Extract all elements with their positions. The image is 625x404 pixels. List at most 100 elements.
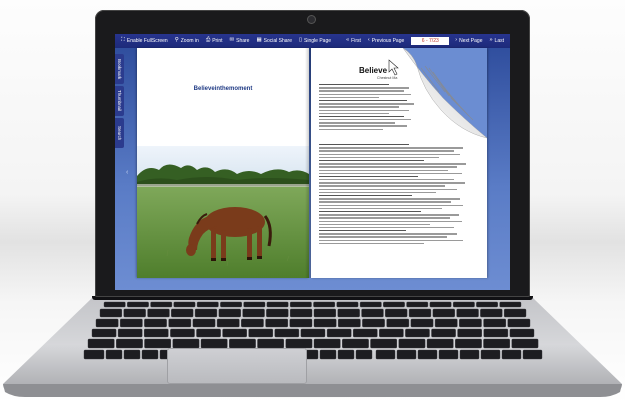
keyboard-key[interactable] [87,338,115,349]
print-button[interactable]: ⎙ Print [206,38,223,44]
keyboard-key[interactable] [457,328,482,338]
keyboard-key[interactable] [229,338,256,349]
keyboard-key[interactable] [501,349,522,360]
tab-thumbnail[interactable]: Thumbnail [115,86,124,116]
keyboard-key[interactable] [290,301,312,308]
keyboard-key[interactable] [337,308,360,318]
keyboard-key[interactable] [336,301,359,308]
keyboard-key[interactable] [243,301,266,308]
keyboard-key[interactable] [117,328,143,338]
keyboard-key[interactable] [507,318,531,328]
keyboard-key[interactable] [379,328,404,338]
keyboard-key[interactable] [266,308,289,318]
keyboard-key[interactable] [257,338,284,349]
keyboard-key[interactable] [362,318,385,328]
page-number-input[interactable]: 6 - 7/23 [411,37,450,45]
keyboard-key[interactable] [509,328,535,338]
keyboard-key[interactable] [123,308,146,318]
keyboard-key[interactable] [438,349,459,360]
keyboard-key[interactable] [274,328,300,338]
keyboard-key[interactable] [476,301,498,308]
touchpad[interactable] [167,348,307,384]
keyboard-key[interactable] [522,349,543,360]
keyboard-key[interactable] [337,349,355,360]
keyboard-key[interactable] [361,308,384,318]
keyboard-key[interactable] [396,349,417,360]
keyboard-key[interactable] [483,338,510,349]
keyboard-key[interactable] [300,328,326,338]
keyboard-key[interactable] [173,301,196,308]
keyboard-key[interactable] [222,328,247,338]
social-share-button[interactable]: ▦ Social Share [256,38,292,44]
keyboard-key[interactable] [313,318,337,328]
zoom-in-button[interactable]: ⚲ Zoom in [175,38,199,44]
previous-page-button[interactable]: ‹ Previous Page [368,38,404,44]
keyboard-key[interactable] [105,349,123,360]
keyboard-key[interactable] [342,338,369,349]
keyboard-key[interactable] [220,301,242,308]
keyboard-key[interactable] [290,308,313,318]
tab-search[interactable]: Search [115,118,124,148]
keyboard-key[interactable] [434,318,458,328]
next-page-button[interactable]: › Next Page [455,38,482,44]
keyboard-key[interactable] [150,301,173,308]
keyboard-key[interactable] [383,301,405,308]
single-page-button[interactable]: ▯ Single Page [299,38,331,44]
keyboard-key[interactable] [194,308,218,318]
keyboard-key[interactable] [170,328,195,338]
keyboard-key[interactable] [453,301,475,308]
keyboard-key[interactable] [326,328,352,338]
keyboard-key[interactable] [338,318,361,328]
keyboard-key[interactable] [353,328,378,338]
keyboard-key[interactable] [91,328,117,338]
keyboard-key[interactable] [168,318,192,328]
keyboard-key[interactable] [196,301,219,308]
keyboard-key[interactable] [241,318,264,328]
share-button[interactable]: ✉ Share [230,38,250,44]
keyboard-key[interactable] [355,349,373,360]
keyboard-key[interactable] [456,308,479,318]
keyboard-key[interactable] [266,301,289,308]
keyboard-key[interactable] [459,349,480,360]
keyboard-key[interactable] [431,328,456,338]
keyboard-key[interactable] [406,301,429,308]
keyboard-key[interactable] [385,308,408,318]
keyboard-key[interactable] [141,349,159,360]
keyboard-key[interactable] [289,318,313,328]
keyboard-key[interactable] [313,308,336,318]
keyboard-key[interactable] [408,308,432,318]
keyboard-key[interactable] [123,349,141,360]
keyboard-key[interactable] [242,308,265,318]
keyboard-key[interactable] [216,318,240,328]
keyboard-key[interactable] [200,338,228,349]
keyboard-key[interactable] [171,308,194,318]
keyboard-key[interactable] [483,328,509,338]
keyboard-key[interactable] [192,318,216,328]
keyboard-key[interactable] [147,308,170,318]
keyboard-key[interactable] [83,349,105,360]
keyboard-key[interactable] [405,328,430,338]
last-page-button[interactable]: » Last [489,38,504,44]
keyboard-key[interactable] [95,318,119,328]
keyboard-key[interactable] [480,349,501,360]
keyboard-key[interactable] [248,328,273,338]
keyboard-key[interactable] [499,301,522,308]
keyboard-key[interactable] [144,318,167,328]
keyboard-key[interactable] [265,318,289,328]
keyboard-key[interactable] [218,308,241,318]
keyboard-key[interactable] [103,301,126,308]
keyboard-key[interactable] [370,338,397,349]
keyboard-key[interactable] [144,338,171,349]
keyboard-key[interactable] [285,338,313,349]
keyboard-key[interactable] [504,308,527,318]
keyboard-key[interactable] [127,301,149,308]
keyboard-key[interactable] [480,308,503,318]
keyboard-key[interactable] [196,328,221,338]
tab-bookmark[interactable]: Bookmark [115,54,124,84]
left-page[interactable]: Believeinthemoment [137,48,309,278]
first-page-button[interactable]: « First [346,38,361,44]
keyboard-key[interactable] [313,301,335,308]
keyboard-key[interactable] [511,338,539,349]
keyboard-key[interactable] [375,349,396,360]
keyboard-key[interactable] [386,318,410,328]
